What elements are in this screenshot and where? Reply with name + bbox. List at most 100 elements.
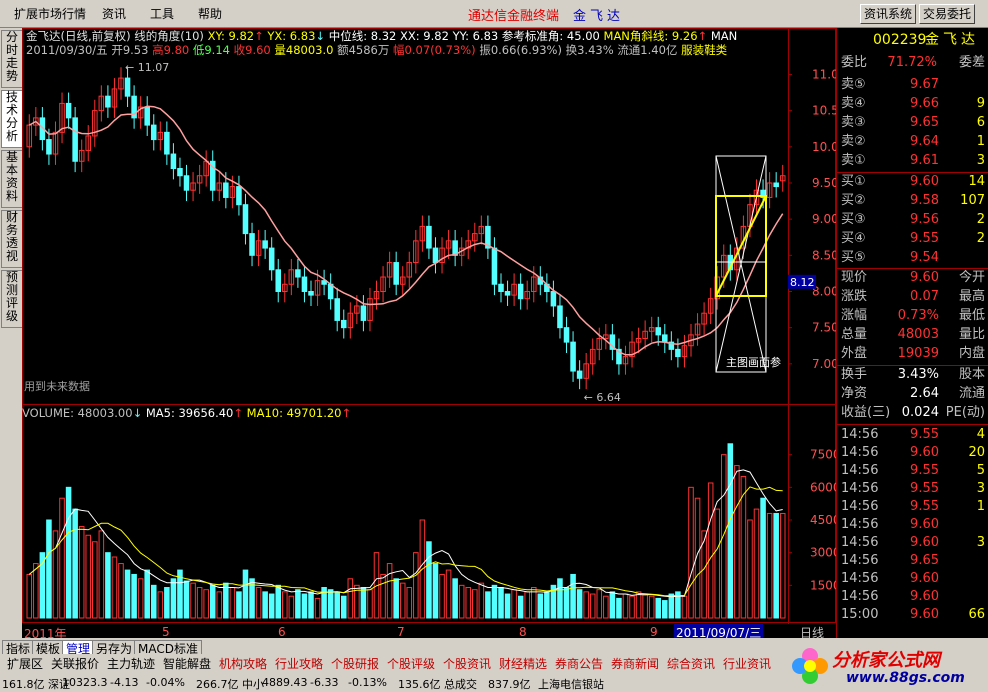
volume-bar bbox=[544, 591, 550, 619]
sell-level: 卖④ 9.66 9 bbox=[837, 95, 988, 113]
app-title: 通达信金融终端 bbox=[468, 9, 560, 24]
volume-bar bbox=[720, 454, 727, 619]
tab-forecast[interactable]: 预测评级 bbox=[1, 270, 23, 328]
news-system-button[interactable]: 资讯系统 bbox=[860, 4, 917, 24]
category-tab[interactable]: 机构攻略 bbox=[216, 656, 270, 672]
volume-bar bbox=[426, 541, 432, 619]
sell-level-value: 9.67 bbox=[910, 77, 939, 92]
indicator-name: 线的角度(10) bbox=[134, 29, 204, 43]
volume-bar bbox=[773, 512, 779, 619]
price-ma-line bbox=[28, 105, 784, 356]
candle-body bbox=[675, 348, 681, 358]
buy-level-extra: 107 bbox=[960, 193, 985, 208]
candle-body bbox=[498, 283, 504, 292]
logo-box: 分析家公式网 www.88gs.com bbox=[790, 640, 986, 692]
buy-level-value: 9.54 bbox=[910, 250, 939, 265]
tick-row-extra: 3 bbox=[976, 481, 985, 496]
volume-bar bbox=[603, 595, 609, 619]
buy-level-label: 买① bbox=[841, 174, 866, 189]
candle-body bbox=[275, 269, 282, 292]
quote-row-value: 0.73% bbox=[897, 308, 939, 323]
stat-row: 换手 3.43% 股本 bbox=[837, 366, 988, 384]
tick-row-extra: 3 bbox=[976, 535, 985, 550]
candle-body bbox=[576, 370, 583, 379]
menu-tools[interactable]: 工具 bbox=[150, 5, 174, 22]
sell-level: 卖① 9.61 3 bbox=[837, 152, 988, 170]
volume-bar bbox=[668, 593, 675, 619]
tick-row-label: 14:56 bbox=[841, 553, 879, 568]
volume-bar bbox=[33, 563, 39, 619]
category-tab[interactable]: 财经精选 bbox=[496, 656, 550, 672]
x-axis-label: 7 bbox=[397, 625, 405, 639]
volume-bar bbox=[92, 541, 98, 619]
tab-intraday[interactable]: 分时走势 bbox=[1, 30, 23, 88]
category-tab[interactable]: 行业资讯 bbox=[720, 656, 774, 672]
stat-row-value: 0.024 bbox=[901, 405, 939, 420]
angle-value: 参考标准角: 45.00 bbox=[501, 29, 600, 43]
trade-button[interactable]: 交易委托 bbox=[919, 4, 976, 24]
category-tab[interactable]: 券商公告 bbox=[552, 656, 606, 672]
status-item: -0.04% bbox=[146, 676, 185, 689]
category-tab[interactable]: 个股评级 bbox=[384, 656, 438, 672]
stat-row: 净资 2.64 流通 bbox=[837, 385, 988, 403]
category-tab[interactable]: 个股资讯 bbox=[440, 656, 494, 672]
volume-bar bbox=[511, 589, 517, 619]
category-tab[interactable]: 券商新闻 bbox=[608, 656, 662, 672]
menu-extended-market[interactable]: 扩展市场行情 bbox=[14, 5, 86, 22]
menu-news[interactable]: 资讯 bbox=[102, 5, 126, 22]
price-tick-label: 7.50 bbox=[812, 321, 836, 335]
volume-bar bbox=[131, 573, 137, 619]
chart-area[interactable]: 11.0010.5010.009.509.008.508.007.507.007… bbox=[22, 28, 836, 624]
quote-row: 现价 9.60 今开 bbox=[837, 269, 988, 287]
category-tab[interactable]: 智能解盘 bbox=[160, 656, 214, 672]
category-tab[interactable]: 行业攻略 bbox=[272, 656, 326, 672]
volume-bar bbox=[150, 584, 157, 619]
volume-bar bbox=[570, 573, 576, 619]
candle-body bbox=[550, 290, 557, 307]
category-tab[interactable]: 个股研报 bbox=[328, 656, 382, 672]
price-tick-label: 8.50 bbox=[812, 248, 836, 262]
volume-bar bbox=[59, 497, 65, 619]
buy-level-value: 9.58 bbox=[910, 193, 939, 208]
volume-bar bbox=[223, 582, 229, 619]
volume-bar bbox=[393, 578, 399, 619]
stock-name-label: 金飞达(日线,前复权) bbox=[26, 29, 131, 43]
candle-body bbox=[301, 276, 308, 292]
tick-row-label: 14:56 bbox=[841, 463, 879, 478]
candle-body bbox=[183, 175, 190, 191]
sell-level-extra: 3 bbox=[976, 153, 985, 168]
vol-tick-label: 45000 bbox=[810, 513, 836, 527]
volume-bar bbox=[255, 587, 262, 619]
tab-fundamentals[interactable]: 基本资料 bbox=[1, 150, 23, 208]
tick-divider bbox=[837, 424, 988, 425]
quote-row-value: 0.07 bbox=[910, 289, 939, 304]
category-tab[interactable]: 主力轨迹 bbox=[104, 656, 158, 672]
category-tab[interactable]: 综合资讯 bbox=[664, 656, 718, 672]
candle-body bbox=[655, 327, 662, 336]
tab-financial[interactable]: 财务透视 bbox=[1, 210, 23, 268]
status-item: -6.33 bbox=[310, 676, 339, 689]
tab-technical[interactable]: 技术分析 bbox=[1, 90, 23, 148]
yx-value: YX: 6.83 bbox=[267, 29, 316, 43]
volume-bar bbox=[439, 573, 445, 619]
sell-level-value: 9.61 bbox=[910, 153, 939, 168]
candle-body bbox=[570, 341, 576, 372]
sector-label: 服装鞋类 bbox=[681, 43, 728, 57]
logo-url: www.88gs.com bbox=[846, 670, 965, 686]
tick-row-value: 9.60 bbox=[910, 535, 939, 550]
weibi-value: 71.72% bbox=[887, 55, 937, 70]
quote-row-value: 9.60 bbox=[910, 270, 939, 285]
amp-label: 振0.66(6.93%) bbox=[479, 43, 562, 57]
category-tab[interactable]: 扩展区 bbox=[4, 656, 46, 672]
candle-body bbox=[432, 247, 439, 264]
chart-canvas[interactable]: 11.0010.5010.009.509.008.508.007.507.007… bbox=[22, 28, 836, 624]
sell-level: 卖② 9.64 1 bbox=[837, 133, 988, 151]
volume-bar bbox=[629, 595, 635, 619]
category-tab[interactable]: 关联报价 bbox=[48, 656, 102, 672]
volume-bar bbox=[472, 589, 478, 619]
volume-ma10-line bbox=[28, 486, 783, 597]
volume-bar bbox=[275, 584, 282, 619]
menu-help[interactable]: 帮助 bbox=[198, 5, 222, 22]
sell-level-extra: 6 bbox=[976, 115, 985, 130]
buy-level-extra: 14 bbox=[968, 174, 985, 189]
